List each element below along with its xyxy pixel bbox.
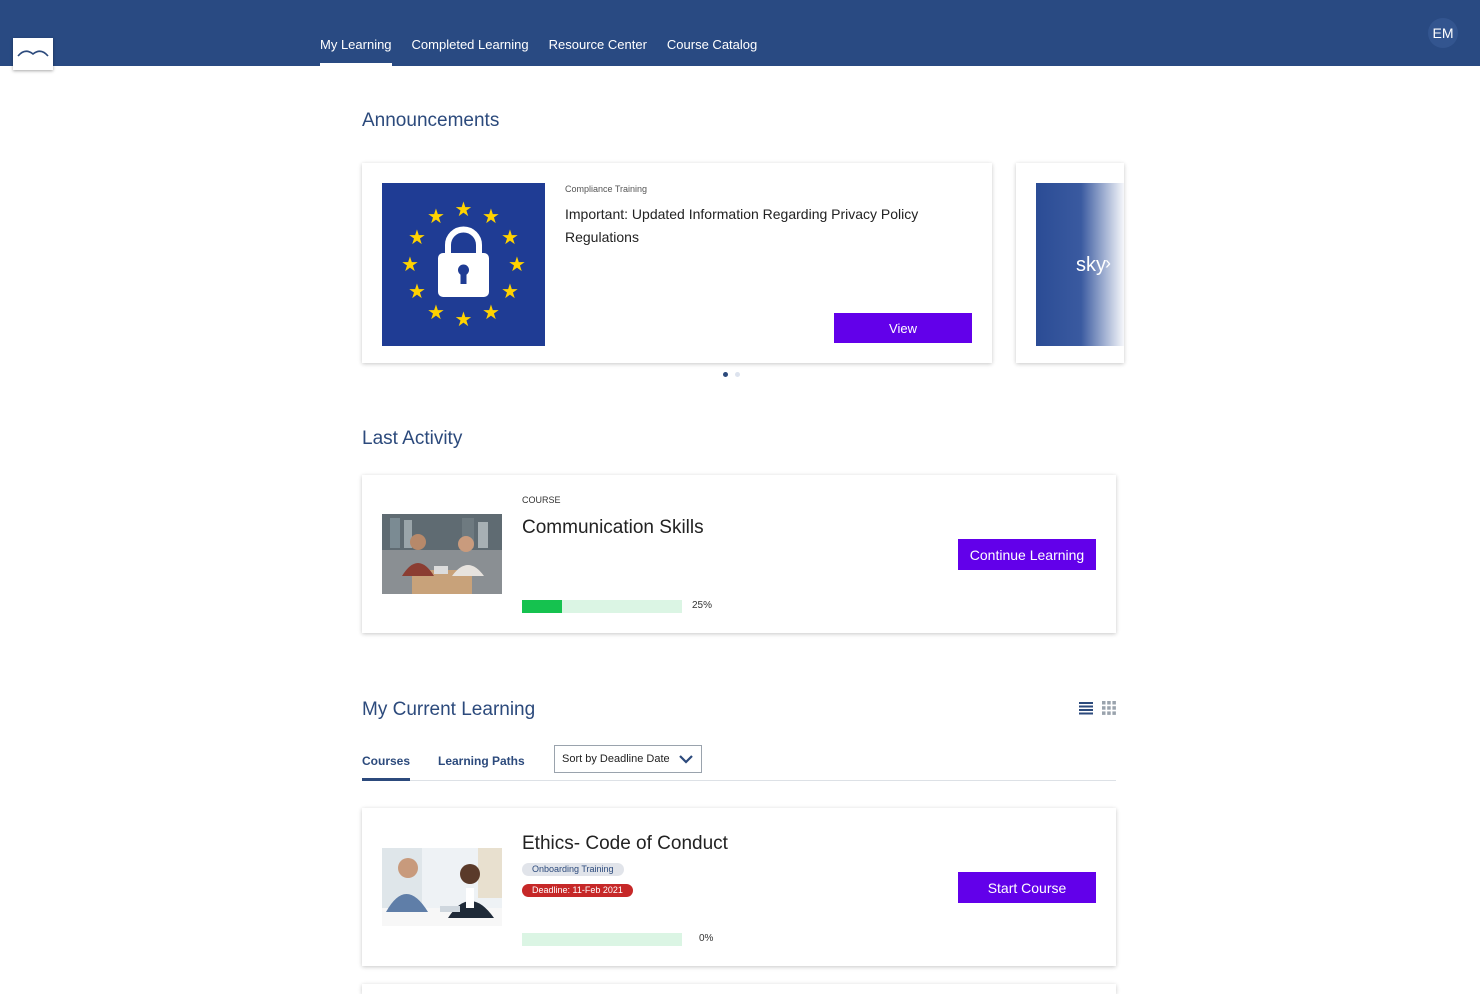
activity-kind-label: COURSE: [522, 495, 561, 505]
pagination-dot-2[interactable]: [735, 372, 740, 377]
carousel-pagination: [723, 372, 740, 377]
course-category-tag: Onboarding Training: [522, 863, 624, 876]
activity-course-title[interactable]: Communication Skills: [522, 517, 704, 539]
last-activity-card: COURSE Communication Skills 25% Continue…: [362, 475, 1116, 633]
start-course-button[interactable]: Start Course: [958, 872, 1096, 903]
top-navigation-bar: My Learning Completed Learning Resource …: [0, 0, 1480, 66]
carousel-next-icon[interactable]: ›: [1105, 253, 1111, 273]
sort-dropdown-label: Sort by Deadline Date: [562, 753, 670, 765]
last-activity-heading: Last Activity: [362, 428, 463, 449]
activity-progress-bar: [522, 600, 682, 613]
announcement-card[interactable]: ★ ★ ★ ★ ★ ★ ★ ★ ★ ★ ★ ★ Compliance Train…: [362, 163, 992, 363]
nav-resource-center[interactable]: Resource Center: [549, 0, 647, 66]
tab-courses[interactable]: Courses: [362, 754, 411, 781]
course-progress-label: 0%: [699, 933, 714, 944]
svg-text:★: ★: [427, 204, 445, 228]
next-course-card: [362, 984, 1116, 994]
announcement-headline: Important: Updated Information Regarding…: [565, 206, 919, 245]
svg-text:★: ★: [501, 225, 519, 249]
view-announcement-button[interactable]: View: [834, 313, 972, 343]
nav-course-catalog[interactable]: Course Catalog: [667, 0, 757, 66]
wave-logo-icon: [17, 50, 49, 57]
activity-progress-fill: [522, 600, 562, 613]
app-logo[interactable]: [13, 38, 53, 70]
svg-text:★: ★: [482, 300, 500, 324]
grid-view-icon[interactable]: [1102, 701, 1116, 715]
continue-learning-button[interactable]: Continue Learning: [958, 539, 1096, 570]
course-progress-bar: [522, 933, 682, 946]
current-learning-heading: My Current Learning: [362, 699, 536, 720]
main-navigation: My Learning Completed Learning Resource …: [320, 0, 757, 66]
announcement-category: Compliance Training: [565, 184, 648, 194]
announcement-image: ★ ★ ★ ★ ★ ★ ★ ★ ★ ★ ★ ★: [382, 183, 545, 346]
svg-text:★: ★: [501, 279, 519, 303]
meeting-photo-icon: [382, 514, 502, 594]
nav-completed-learning[interactable]: Completed Learning: [412, 0, 529, 66]
nav-my-learning[interactable]: My Learning: [320, 0, 392, 66]
business-meeting-photo-icon: [382, 848, 502, 926]
activity-progress-label: 25%: [692, 600, 713, 611]
svg-text:★: ★: [455, 197, 473, 221]
tab-learning-paths[interactable]: Learning Paths: [438, 754, 525, 768]
svg-text:★: ★: [408, 279, 426, 303]
announcement-image-text: sky: [1076, 254, 1106, 276]
course-title[interactable]: Ethics- Code of Conduct: [522, 833, 728, 855]
pagination-dot-1[interactable]: [723, 372, 728, 377]
user-avatar[interactable]: EM: [1428, 18, 1458, 48]
chevron-down-icon: [679, 755, 693, 764]
svg-text:★: ★: [508, 252, 526, 276]
announcements-heading: Announcements: [362, 110, 500, 131]
view-toggle: [1079, 701, 1116, 715]
svg-text:★: ★: [408, 225, 426, 249]
svg-text:★: ★: [401, 252, 419, 276]
svg-text:★: ★: [482, 204, 500, 228]
svg-text:★: ★: [427, 300, 445, 324]
course-thumbnail[interactable]: [382, 514, 502, 594]
list-view-icon[interactable]: [1079, 701, 1093, 715]
learning-tabs: Courses Learning Paths Sort by Deadline …: [362, 745, 1116, 781]
sort-dropdown[interactable]: Sort by Deadline Date: [554, 745, 702, 773]
eu-privacy-lock-icon: ★ ★ ★ ★ ★ ★ ★ ★ ★ ★ ★ ★: [401, 197, 526, 331]
course-card: Ethics- Code of Conduct Onboarding Train…: [362, 808, 1116, 966]
svg-text:★: ★: [455, 307, 473, 331]
course-thumbnail[interactable]: [382, 848, 502, 926]
course-deadline-badge: Deadline: 11-Feb 2021: [522, 884, 633, 897]
